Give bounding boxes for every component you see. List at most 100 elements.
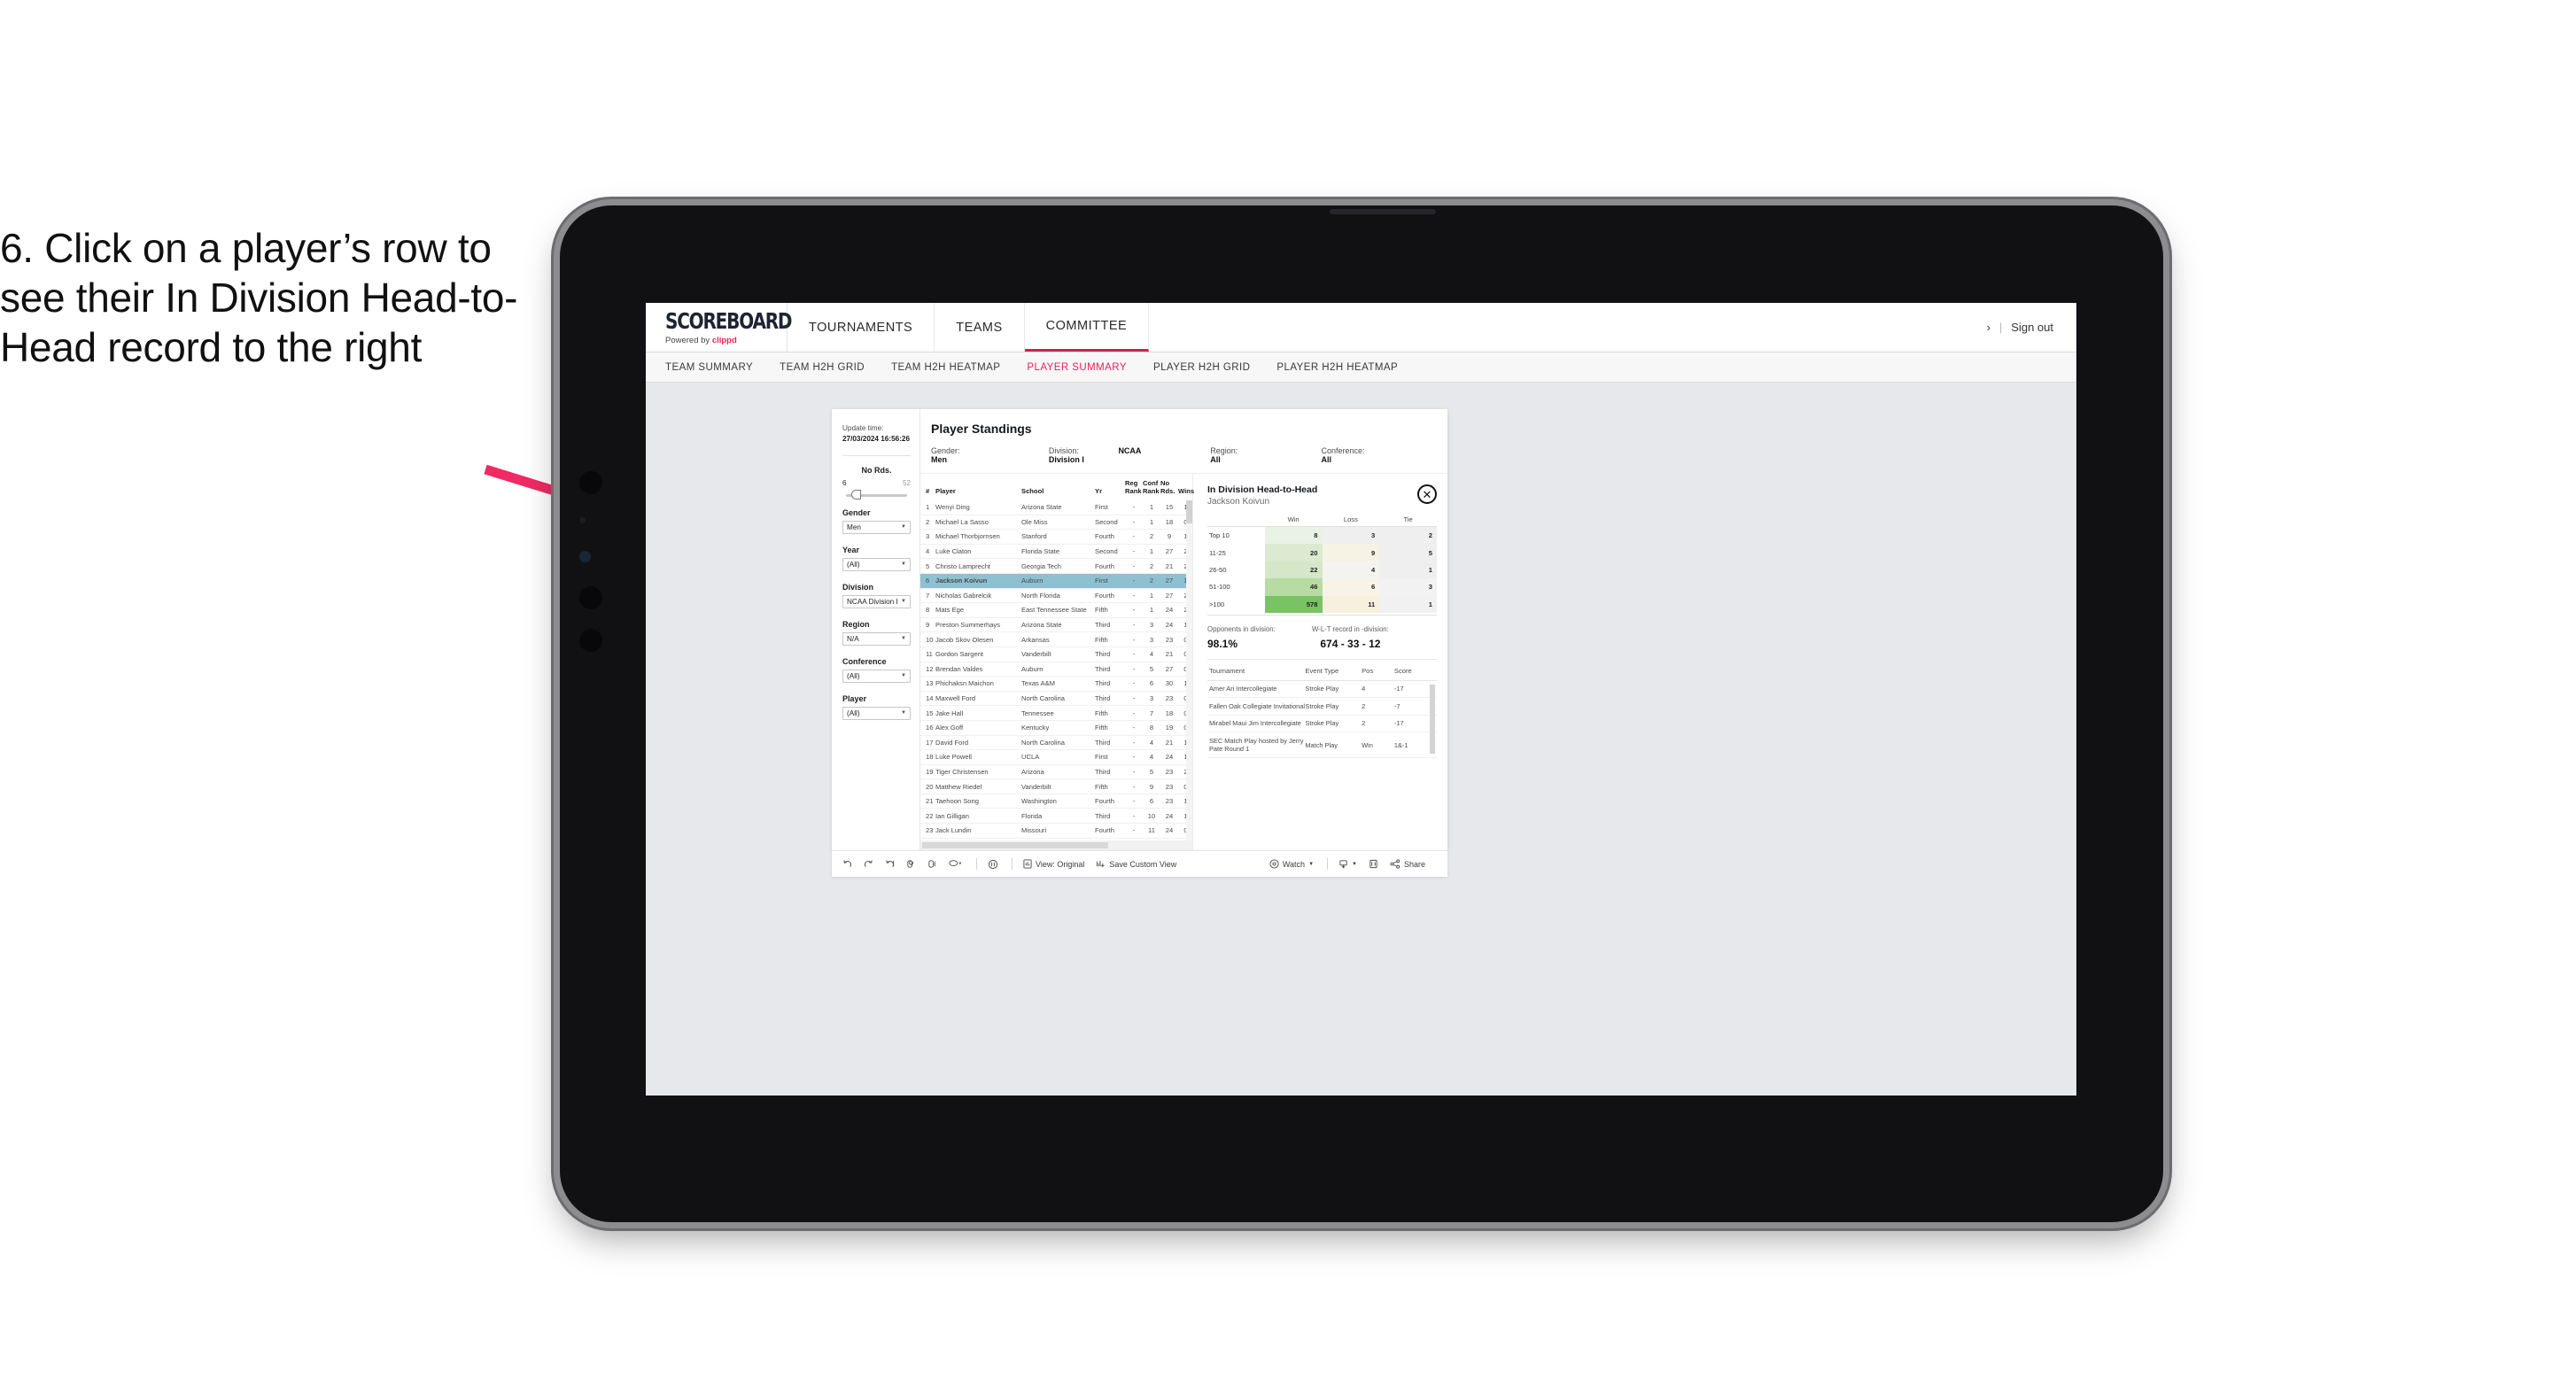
scrollbar-thumb-horizontal[interactable] [922,842,1108,848]
col-wins[interactable]: Wins [1178,474,1194,500]
refresh-button[interactable] [906,859,916,869]
lasso-button[interactable] [949,859,963,869]
col-conf-rank[interactable]: Conf Rank [1143,474,1160,500]
table-row[interactable]: 3Michael ThorbjornsenStanfordFourth-291 [920,529,1192,545]
download-button[interactable]: ▼ [1338,859,1357,869]
heatmap-cell[interactable]: 1 [1379,595,1437,613]
heatmap-cell[interactable]: 46 [1264,578,1323,596]
pause-updates-button[interactable] [988,859,998,870]
no-rounds-slider[interactable]: No Rds. 6 52 [842,466,911,500]
heatmap-cell[interactable]: 578 [1264,595,1323,613]
tab-player-h2h-grid[interactable]: PLAYER H2H GRID [1153,362,1250,373]
list-item[interactable]: Mirabel Maui Jim Intercollegiate Stroke P… [1207,715,1437,733]
col-player[interactable]: Player [935,474,1021,500]
filter-region-select[interactable]: N/A ▼ [842,631,911,646]
table-row[interactable]: 12Brendan ValdesAuburnThird-5270 [920,662,1192,678]
table-row[interactable]: 4Luke ClatonFlorida StateSecond-1272 [920,544,1192,560]
user-chevron-icon[interactable]: › [1987,321,1990,334]
col-no-rds[interactable]: No Rds. [1160,474,1178,500]
pause-button[interactable] [927,859,937,869]
app-logo[interactable]: SCOREBOARD Powered by clippd [646,303,793,352]
filter-division-select[interactable]: NCAA Division I ▼ [842,594,911,608]
logo-tagline: Powered by clippd [665,336,787,345]
share-button[interactable]: Share [1390,859,1425,869]
table-row[interactable]: 14Maxwell FordNorth CarolinaThird-3230 [920,691,1192,707]
tab-player-summary[interactable]: PLAYER SUMMARY [1027,362,1127,373]
scrollbar-thumb[interactable] [1186,500,1192,523]
filter-year-select[interactable]: (All) ▼ [842,557,911,571]
heatmap-cell[interactable]: 3 [1379,578,1437,596]
table-row[interactable]: 8Mats EgeEast Tennessee StateFifth-1242 [920,602,1192,618]
redo-button[interactable] [864,859,873,869]
heatmap-cell[interactable]: 2 [1379,526,1437,545]
nav-item-tournaments[interactable]: TOURNAMENTS [788,303,935,352]
tournament-scrollbar[interactable] [1430,684,1435,754]
table-row[interactable]: 18Luke PowellUCLAFirst-4241 [920,749,1192,765]
list-item[interactable]: Amer Ari Intercollegiate Stroke Play 4 -17 [1207,680,1437,699]
cell-player: Jake Hall [935,705,1021,721]
col-school[interactable]: School [1021,474,1095,500]
save-custom-view-button[interactable]: Save Custom View [1096,859,1176,869]
table-row[interactable]: 15Jake HallTennesseeFifth-7180 [920,705,1192,721]
table-row[interactable]: 22Ian GilliganFloridaThird-10241 [920,808,1192,825]
table-row[interactable]: 16Alex GoffKentuckyFifth-8190 [920,720,1192,736]
filter-player-select[interactable]: (All) ▼ [842,706,911,720]
fullscreen-button[interactable] [1369,859,1378,869]
table-row[interactable]: 5 Christo Lamprecht Georgia Tech Fourth -2 21… [920,558,1192,574]
table-row[interactable]: 19Tiger ChristensenArizonaThird-5232 [920,764,1192,780]
filter-gender-select[interactable]: Men ▼ [842,520,911,534]
sign-out-link[interactable]: Sign out [2011,321,2053,334]
tab-team-h2h-grid[interactable]: TEAM H2H GRID [780,362,865,373]
heatmap-cell[interactable]: 5 [1379,544,1437,561]
vertical-scrollbar[interactable] [1186,500,1192,840]
table-row[interactable]: 6Jackson KoivunAuburnFirst-2271 [920,573,1192,589]
table-row[interactable]: 21Taehoon SongWashingtonFourth-6231 [920,794,1192,809]
cell-no-rds: 23 [1160,794,1178,809]
cell-player: Nicholas Gabrelcik [935,588,1021,604]
table-row[interactable]: 9 Preston Summerhays Arizona State Third -3 2… [920,617,1192,633]
col-tournament[interactable]: Tournament [1207,661,1306,681]
table-row[interactable]: 10Jacob Skov OlesenArkansasFifth-3230 [920,631,1192,647]
heatmap-cell[interactable]: 20 [1264,544,1323,561]
close-icon[interactable]: ✕ [1417,484,1437,504]
heatmap-cell[interactable]: 22 [1264,561,1323,579]
table-row[interactable]: 17David FordNorth CarolinaThird-4211 [920,735,1192,751]
heatmap-cell[interactable]: 6 [1322,578,1380,596]
table-row[interactable]: 23Jack LundinMissouriFourth-11240 [920,823,1192,839]
table-row[interactable]: 11Gordon SargentVanderbiltThird-4210 [920,647,1192,662]
slider-handle[interactable] [851,490,861,500]
table-row[interactable]: 7 Nicholas Gabrelcik North Florida Fourth -1… [920,588,1192,604]
list-item[interactable]: Fallen Oak Collegiate Invitational Stroke… [1207,697,1437,716]
slider-track[interactable] [846,490,907,500]
cell-reg-rank: - [1125,573,1143,589]
col-event-type[interactable]: Event Type [1305,661,1362,681]
col-rank[interactable]: # [920,474,935,500]
tab-team-summary[interactable]: TEAM SUMMARY [665,362,753,373]
heatmap-cell[interactable]: 11 [1322,595,1380,613]
col-score[interactable]: Score [1393,661,1437,681]
table-row[interactable]: 1Wenyi DingArizona StateFirst-1151 [920,500,1192,515]
list-item[interactable]: SEC Match Play hosted by Jerry Pate Roun… [1207,732,1437,759]
col-year[interactable]: Yr [1095,474,1125,500]
watch-button[interactable]: Watch ▼ [1269,859,1314,869]
heatmap-cell[interactable]: 8 [1264,526,1323,545]
col-reg-rank[interactable]: Reg Rank [1125,474,1143,500]
tab-player-h2h-heatmap[interactable]: PLAYER H2H HEATMAP [1276,362,1398,373]
table-row[interactable]: 13Phichaksn MaichonTexas A&MThird-6301 [920,676,1192,692]
heatmap-cell[interactable]: 1 [1379,561,1437,579]
undo-button[interactable] [842,859,852,869]
heatmap-cell[interactable]: 4 [1322,561,1380,579]
nav-item-committee[interactable]: COMMITTEE [1024,303,1150,352]
tab-team-h2h-heatmap[interactable]: TEAM H2H HEATMAP [891,362,1000,373]
heatmap-cell[interactable]: 9 [1322,544,1380,561]
horizontal-scrollbar[interactable] [920,840,1192,850]
view-original-button[interactable]: View: Original [1023,859,1084,869]
table-row[interactable]: 20Matthew RiedelVanderbiltFifth-9230 [920,778,1192,794]
table-row[interactable]: 2Michael La SassoOle MissSecond-1180 [920,515,1192,530]
col-pos[interactable]: Pos [1362,661,1394,681]
filter-conference-select[interactable]: (All) ▼ [842,669,911,683]
nav-item-teams[interactable]: TEAMS [935,303,1025,352]
heatmap-cell[interactable]: 3 [1322,526,1380,545]
standings-rows-scroll[interactable]: 1Wenyi DingArizona StateFirst-11512Micha… [920,500,1192,840]
revert-button[interactable] [885,859,895,869]
